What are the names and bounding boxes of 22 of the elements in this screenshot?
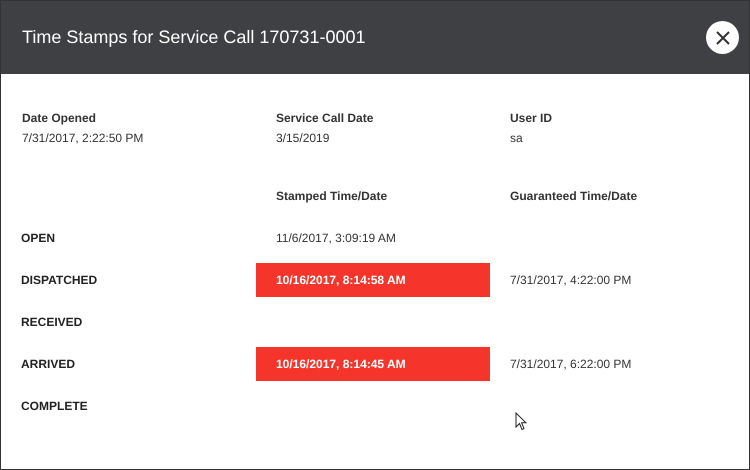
status-label: RECEIVED — [21, 314, 84, 331]
status-label: OPEN — [21, 230, 56, 247]
field-value: 7/31/2017, 2:22:50 PM — [22, 131, 144, 145]
stamped-time-cell: 10/16/2017, 8:14:58 AM — [256, 263, 490, 297]
status-label: COMPLETE — [21, 398, 89, 415]
column-header: Stamped Time/Date — [275, 188, 388, 205]
stamped-time-cell: 10/16/2017, 8:14:45 AM — [256, 347, 490, 381]
close-button[interactable] — [706, 21, 739, 54]
field-label: Service Call Date — [276, 111, 374, 125]
close-icon — [716, 30, 730, 44]
field-label: Date Opened — [22, 111, 98, 125]
status-label: DISPATCHED — [21, 272, 98, 289]
field-value: 3/15/2019 — [276, 131, 330, 145]
field-label: User ID — [510, 111, 554, 125]
window-title: Time Stamps for Service Call 170731-0001 — [22, 27, 366, 48]
column-header: Guaranteed Time/Date — [509, 188, 638, 205]
status-label: ARRIVED — [21, 356, 76, 373]
guaranteed-time-cell-text: 7/31/2017, 4:22:00 PM — [509, 272, 632, 289]
pointer-icon — [515, 412, 527, 431]
field-value: sa — [510, 131, 524, 145]
stamped-time-cell-text: 11/6/2017, 3:09:19 AM — [275, 230, 397, 247]
guaranteed-time-cell-text: 7/31/2017, 6:22:00 PM — [509, 356, 632, 373]
